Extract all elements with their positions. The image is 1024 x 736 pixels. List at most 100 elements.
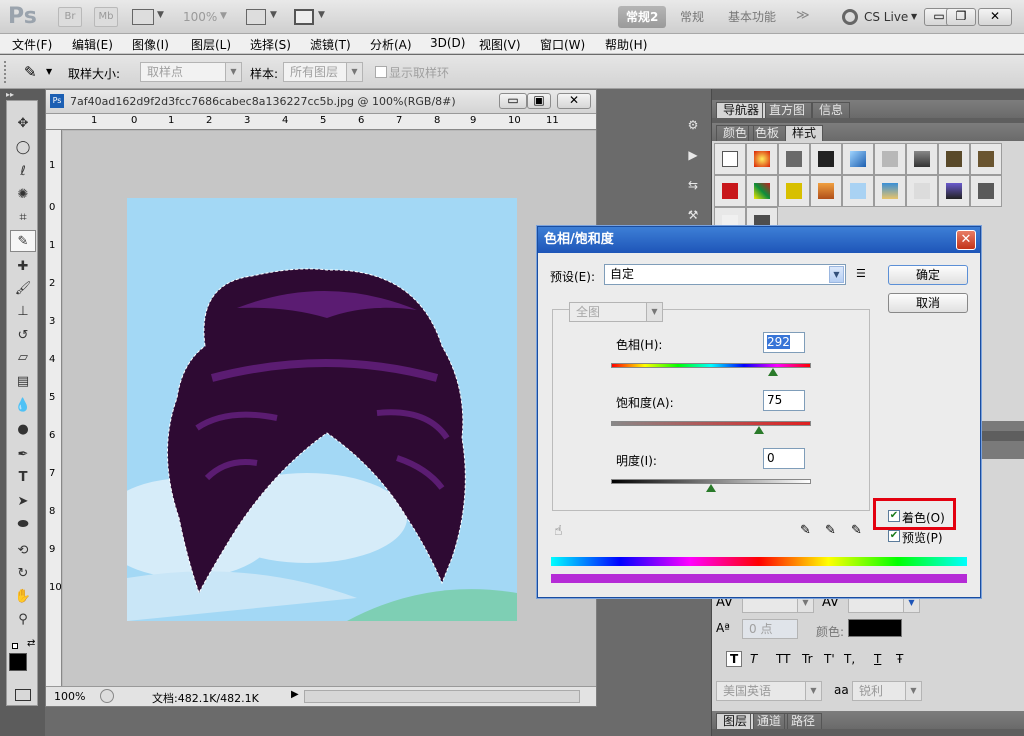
tab-styles[interactable]: 样式 — [785, 125, 824, 141]
doc-close-button[interactable]: ✕ — [557, 93, 591, 109]
eyedropper-icon[interactable]: ✎ — [800, 523, 811, 538]
targeted-adjust-icon[interactable]: ☝ — [554, 523, 563, 539]
zoom-level[interactable]: 100% — [183, 10, 217, 24]
doc-minimize-button[interactable]: ▭ — [499, 93, 527, 109]
zoom-tool-icon[interactable]: ⚲ — [10, 609, 36, 631]
workspace-regular2[interactable]: 常规2 — [618, 6, 667, 28]
quick-select-tool-icon[interactable]: ✺ — [10, 184, 36, 206]
saturation-slider-track[interactable] — [611, 421, 811, 426]
faux-italic-button[interactable]: T — [750, 652, 757, 666]
baseline-shift-field[interactable]: 0 点 — [742, 619, 798, 639]
collapse-arrows-icon[interactable]: ▸▸ — [6, 90, 14, 99]
screen-mode-icon[interactable] — [294, 9, 314, 25]
underline-button[interactable]: T — [874, 652, 881, 666]
style-swatch[interactable] — [970, 143, 1002, 175]
menu-select[interactable]: 选择(S) — [250, 36, 291, 53]
superscript-button[interactable]: T' — [824, 652, 835, 666]
style-swatch[interactable] — [714, 175, 746, 207]
all-caps-button[interactable]: TT — [776, 652, 790, 666]
quick-mask-icon[interactable] — [15, 689, 31, 701]
workspace-essentials[interactable]: 基本功能 — [720, 6, 784, 28]
dialog-titlebar[interactable]: 色相/饱和度 ✕ — [538, 227, 980, 253]
menu-file[interactable]: 文件(F) — [12, 36, 52, 53]
doc-restore-button[interactable]: ▣ — [527, 93, 551, 109]
small-caps-button[interactable]: Tr — [802, 652, 813, 666]
default-colors-icon[interactable] — [12, 643, 18, 649]
horizontal-ruler[interactable]: 1 0 1 2 3 4 5 6 7 8 9 10 11 — [46, 114, 596, 130]
sample-size-select[interactable]: 取样点 ▼ — [140, 62, 242, 82]
brush-tool-icon[interactable]: 🖌 — [10, 278, 36, 300]
faux-bold-button[interactable]: T — [726, 651, 743, 667]
language-select[interactable]: 美国英语 ▼ — [716, 681, 822, 701]
style-swatch[interactable] — [906, 143, 938, 175]
strikethrough-button[interactable]: Ŧ — [896, 652, 903, 666]
style-swatch[interactable] — [746, 143, 778, 175]
style-swatch-none[interactable] — [714, 143, 746, 175]
style-swatch[interactable] — [906, 175, 938, 207]
tab-swatches[interactable]: 色板 — [748, 125, 787, 141]
path-selection-tool-icon[interactable]: ➤ — [10, 491, 36, 513]
document-tab[interactable]: Ps 7af40ad162d9f2d3fcc7686cabec8a136227c… — [46, 90, 596, 114]
canvas-area[interactable] — [63, 131, 596, 686]
cancel-button[interactable]: 取消 — [888, 293, 968, 313]
lightness-slider-thumb[interactable] — [706, 484, 716, 492]
lightness-input[interactable]: 0 — [763, 448, 805, 469]
menu-edit[interactable]: 编辑(E) — [72, 36, 113, 53]
style-swatch[interactable] — [842, 175, 874, 207]
menu-view[interactable]: 视图(V) — [479, 36, 521, 53]
tab-paths[interactable]: 路径 — [784, 713, 823, 729]
tab-histogram[interactable]: 直方图 — [762, 102, 813, 118]
ok-button[interactable]: 确定 — [888, 265, 968, 285]
colorize-checkbox[interactable]: ✔ — [888, 510, 900, 522]
style-swatch[interactable] — [746, 175, 778, 207]
style-swatch[interactable] — [842, 143, 874, 175]
adjust-icon[interactable]: ⚙ — [683, 115, 703, 135]
move-tool-icon[interactable]: ✥ — [10, 113, 36, 135]
eraser-tool-icon[interactable]: ▱ — [10, 347, 36, 369]
menu-filter[interactable]: 滤镜(T) — [310, 36, 351, 53]
3d-rotate-tool-icon[interactable]: ⟲ — [10, 540, 36, 562]
gradient-tool-icon[interactable]: ▤ — [10, 371, 36, 393]
style-swatch[interactable] — [874, 143, 906, 175]
style-swatch[interactable] — [778, 175, 810, 207]
menu-3d[interactable]: 3D(D) — [430, 36, 465, 50]
eyedropper-add-icon[interactable]: ✎ — [825, 523, 836, 538]
lasso-tool-icon[interactable]: ℓ — [10, 161, 36, 183]
restore-button[interactable]: ❐ — [946, 8, 976, 26]
tab-channels[interactable]: 通道 — [750, 713, 789, 729]
sample-select[interactable]: 所有图层 ▼ — [283, 62, 363, 82]
menu-image[interactable]: 图像(I) — [132, 36, 169, 53]
pen-tool-icon[interactable]: ✒ — [10, 444, 36, 466]
channel-select[interactable]: 全图 ▼ — [569, 302, 663, 322]
hand-tool-icon[interactable]: ✋ — [10, 586, 36, 608]
style-swatch[interactable] — [778, 143, 810, 175]
menu-help[interactable]: 帮助(H) — [605, 36, 647, 53]
preview-checkbox[interactable]: ✔ — [888, 530, 900, 542]
crop-tool-icon[interactable]: ⌗ — [10, 207, 36, 229]
dodge-tool-icon[interactable]: ● — [10, 419, 36, 441]
canvas-image[interactable] — [127, 198, 517, 621]
status-icon[interactable] — [100, 689, 114, 703]
actions-icon[interactable]: ▶ — [683, 145, 703, 165]
subscript-button[interactable]: T, — [844, 652, 855, 666]
dialog-close-button[interactable]: ✕ — [956, 230, 976, 250]
preset-select[interactable]: 自定 ▼ — [604, 264, 846, 285]
grip-handle[interactable] — [4, 61, 7, 83]
swap-colors-icon[interactable]: ⇄ — [27, 638, 35, 649]
style-swatch[interactable] — [938, 175, 970, 207]
show-ring-checkbox[interactable] — [375, 66, 387, 78]
hue-slider-track[interactable] — [611, 363, 811, 368]
blur-tool-icon[interactable]: 💧 — [10, 395, 36, 417]
vertical-ruler[interactable]: 1 0 1 2 3 4 5 6 7 8 9 10 — [46, 130, 62, 686]
arrange-documents-icon[interactable] — [246, 9, 266, 25]
chevron-down-icon[interactable]: ▼ — [46, 67, 52, 76]
close-button[interactable]: ✕ — [978, 8, 1012, 26]
workspace-regular[interactable]: 常规 — [672, 6, 712, 28]
tab-info[interactable]: 信息 — [812, 102, 851, 118]
tool-presets-icon[interactable]: ⚒ — [683, 205, 703, 225]
tab-layers[interactable]: 图层 — [716, 713, 755, 729]
eyedropper-icon[interactable]: ✎ — [24, 63, 37, 81]
char-color-swatch[interactable] — [848, 619, 902, 637]
horizontal-scrollbar[interactable] — [304, 690, 580, 703]
menu-window[interactable]: 窗口(W) — [540, 36, 585, 53]
